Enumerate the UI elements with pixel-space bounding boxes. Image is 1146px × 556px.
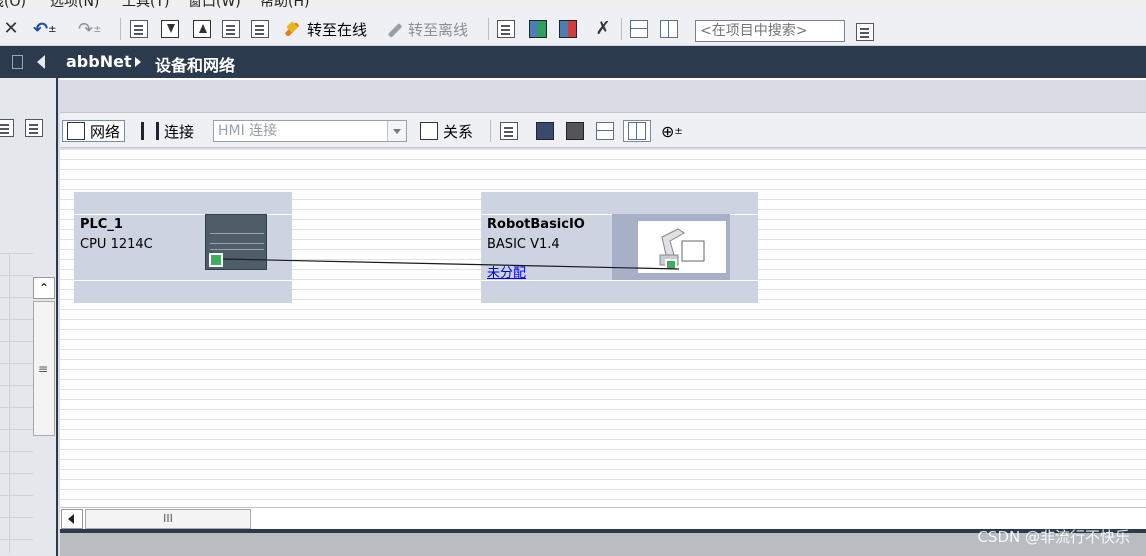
interface-icon <box>536 122 554 140</box>
network-editor-toolbar: 网络 连接 HMI 连接 关系 ⊕ ± <box>60 112 1146 148</box>
split-vertical-button[interactable] <box>660 18 678 40</box>
search-project-button[interactable] <box>856 21 874 43</box>
relations-icon <box>420 122 438 140</box>
editor-titlebar: abbNet 设备和网络 <box>0 46 1146 78</box>
connection-icon <box>141 122 159 140</box>
go-offline-label: 转至离线 <box>408 20 469 39</box>
download-icon <box>161 20 179 38</box>
undo-icon: ↶ <box>33 18 49 40</box>
toolbar-separator <box>488 18 489 40</box>
main-toolbar: ✕ ↶ ± ↷ ± 转至在线 转至离线 ✗ <box>0 9 1146 46</box>
left-panel: ⌃ ≡ <box>0 78 58 556</box>
menu-bar: 线(O) 选项(N) 工具(T) 窗口(W) 帮助(H) <box>0 0 1146 10</box>
stop-simulation-button[interactable] <box>251 18 269 40</box>
network-view-label: 网络 <box>90 122 121 141</box>
undo-button[interactable]: ↶ ± <box>33 18 56 40</box>
export-icon[interactable] <box>25 119 43 137</box>
interface-button[interactable] <box>536 120 554 142</box>
network-connection-line[interactable] <box>60 149 1146 507</box>
editor-tab-strip <box>60 78 1146 112</box>
split-vertical-icon <box>660 20 678 38</box>
simulation-icon <box>222 20 240 38</box>
go-online-icon <box>282 19 302 39</box>
upload-button[interactable] <box>193 18 211 40</box>
simulation-button[interactable] <box>222 18 240 40</box>
chevron-down-icon[interactable] <box>387 121 406 141</box>
breadcrumb-project[interactable]: abbNet <box>66 52 132 71</box>
scroll-grip-icon: ≡ <box>37 362 49 376</box>
redo-button[interactable]: ↷ ± <box>78 18 101 40</box>
toolbar-separator <box>490 120 491 142</box>
breadcrumb-page: 设备和网络 <box>155 56 236 75</box>
start-cpu-button[interactable] <box>529 18 547 40</box>
horizontal-scroll-thumb[interactable]: III <box>85 509 251 529</box>
binoculars-icon <box>856 23 874 41</box>
page-break-button[interactable] <box>566 120 584 142</box>
start-cpu-icon <box>529 20 547 38</box>
close-icon: ✕ <box>3 18 19 39</box>
zoom-button[interactable]: ⊕ ± <box>661 120 683 142</box>
device-name-icon <box>500 122 518 140</box>
relations-label: 关系 <box>443 122 474 141</box>
go-online-button[interactable]: 转至在线 <box>282 18 367 40</box>
scroll-left-button[interactable] <box>61 509 83 529</box>
upload-icon <box>193 20 211 38</box>
left-panel-grid <box>0 253 33 553</box>
stop-cpu-icon <box>559 20 577 38</box>
table-view-icon[interactable] <box>0 119 14 137</box>
delete-button[interactable]: ✕ <box>2 18 20 40</box>
split-horizontal-icon <box>630 20 648 38</box>
download-button[interactable] <box>161 18 179 40</box>
watermark: CSDN @非流行不快乐 <box>977 528 1130 546</box>
connection-type-select[interactable]: HMI 连接 <box>213 120 407 142</box>
split-horizontal-button[interactable] <box>630 18 648 40</box>
connection-type-value: HMI 连接 <box>218 123 278 139</box>
go-online-label: 转至在线 <box>307 20 368 39</box>
project-search-input[interactable] <box>695 20 845 42</box>
toolbar-separator <box>621 18 622 40</box>
zoom-icon: ⊕ <box>661 121 675 141</box>
cross-reference-button[interactable]: ✗ <box>594 18 612 40</box>
stop-cpu-button[interactable] <box>559 18 577 40</box>
connections-label: 连接 <box>164 122 195 141</box>
grid-button[interactable] <box>596 120 614 142</box>
connections-button[interactable]: 连接 <box>141 120 194 142</box>
overview-button[interactable] <box>623 120 651 142</box>
collapse-arrow-icon[interactable] <box>37 55 45 69</box>
network-icon <box>67 122 85 140</box>
scroll-up-button[interactable]: ⌃ <box>33 277 55 299</box>
page-break-icon <box>566 122 584 140</box>
stop-simulation-icon <box>251 20 269 38</box>
go-offline-icon <box>385 20 403 38</box>
overview-icon <box>628 122 646 140</box>
network-canvas[interactable]: PLC_1 CPU 1214C RobotBasicIO BASIC V1.4 … <box>60 149 1146 507</box>
relations-button[interactable]: 关系 <box>420 120 473 142</box>
network-view-button[interactable]: 网络 <box>62 120 126 142</box>
pane-toggle-icon[interactable] <box>12 55 23 69</box>
accessible-devices-icon <box>497 20 515 38</box>
cross-reference-icon: ✗ <box>595 18 611 39</box>
compile-button[interactable] <box>130 18 148 40</box>
go-offline-button[interactable]: 转至离线 <box>385 18 468 40</box>
compile-icon <box>130 20 148 38</box>
redo-icon: ↷ <box>78 18 94 40</box>
grid-icon <box>596 122 614 140</box>
accessible-devices-button[interactable] <box>497 18 515 40</box>
toolbar-separator <box>120 18 121 40</box>
breadcrumb-separator-icon <box>135 57 141 67</box>
device-name-button[interactable] <box>500 120 518 142</box>
